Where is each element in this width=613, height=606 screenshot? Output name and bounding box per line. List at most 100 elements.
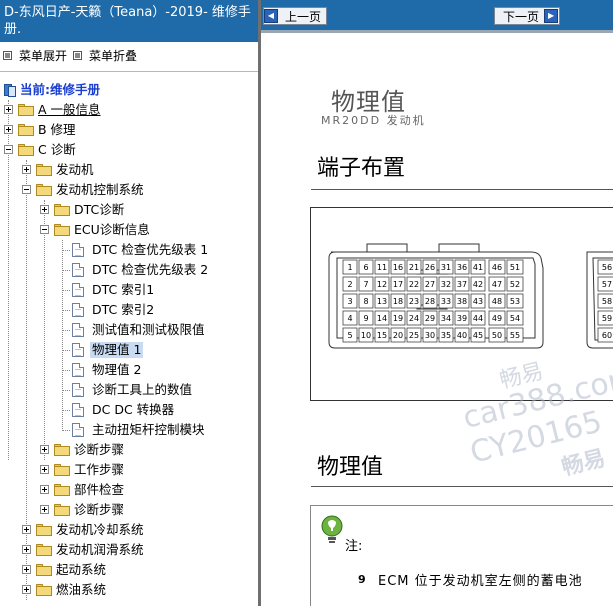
tree-doc-label[interactable]: DTC 索引2: [92, 302, 154, 318]
tree-item-diag-steps-2[interactable]: 诊断步骤: [0, 500, 258, 520]
collapse-toggle-icon[interactable]: [22, 185, 31, 194]
tree-item-label[interactable]: 诊断步骤: [74, 442, 124, 458]
tree-item-label[interactable]: 燃油系统: [56, 582, 106, 598]
tree-item-diag-steps[interactable]: 诊断步骤: [0, 440, 258, 460]
divider-line: [0, 71, 258, 72]
tree-item-part-check[interactable]: 部件检查: [0, 480, 258, 500]
expand-toggle-icon[interactable]: [22, 165, 31, 174]
folder-icon: [54, 444, 70, 456]
tree-item-label[interactable]: ECU诊断信息: [74, 222, 150, 238]
menu-bar: 菜单展开 菜单折叠: [0, 44, 258, 64]
tree-doc-label[interactable]: 诊断工具上的数值: [92, 382, 192, 398]
tree-item-engine[interactable]: 发动机: [0, 160, 258, 180]
tree-doc-label[interactable]: DC DC 转换器: [92, 402, 174, 418]
tree-item-label[interactable]: 部件检查: [74, 482, 124, 498]
tree-doc-label[interactable]: 测试值和测试极限值: [92, 322, 205, 338]
expand-toggle-icon[interactable]: [4, 125, 13, 134]
toc-panel: D-东风日产-天籁（Teana）-2019- 维修手册. 菜单展开 菜单折叠 当…: [0, 0, 258, 606]
connector-pin-label: 53: [510, 297, 520, 306]
section-rule: [311, 189, 613, 190]
tree-doc-label[interactable]: DTC 检查优先级表 2: [92, 262, 208, 278]
watermark: 畅易: [559, 445, 608, 481]
folder-icon: [54, 464, 70, 476]
tree-doc-item[interactable]: 测试值和测试极限值: [0, 320, 258, 340]
section-rule: [311, 486, 613, 487]
expand-toggle-icon[interactable]: [40, 485, 49, 494]
tree-doc-item[interactable]: DTC 检查优先级表 2: [0, 260, 258, 280]
tree-item-work-steps[interactable]: 工作步骤: [0, 460, 258, 480]
connector-pin-label: 23: [409, 297, 419, 306]
tree-item-b[interactable]: B 修理: [0, 120, 258, 140]
tree-item-label[interactable]: A 一般信息: [38, 102, 101, 118]
tree-item-ecu-diag[interactable]: ECU诊断信息: [0, 220, 258, 240]
tree-item-cooling[interactable]: 发动机冷却系统: [0, 520, 258, 540]
tree-item-label[interactable]: 起动系统: [56, 562, 106, 578]
tree-doc-item[interactable]: 诊断工具上的数值: [0, 380, 258, 400]
collapse-all-button[interactable]: 菜单折叠: [73, 47, 137, 64]
connector-pin-label: 12: [377, 280, 387, 289]
connector-pin-label: 2: [347, 280, 352, 289]
tree-item-lubrication[interactable]: 发动机润滑系统: [0, 540, 258, 560]
tree-root-label[interactable]: 当前:维修手册: [20, 82, 100, 98]
tree-doc-label[interactable]: 主动扭矩杆控制模块: [92, 422, 205, 438]
connector-pin-label: 27: [425, 280, 435, 289]
tree-item-dtc-diag[interactable]: DTC诊断: [0, 200, 258, 220]
expand-toggle-icon[interactable]: [22, 545, 31, 554]
arrow-left-icon: ◀: [264, 9, 278, 23]
tree-doc-item[interactable]: DTC 索引2: [0, 300, 258, 320]
tree-item-label[interactable]: 工作步骤: [74, 462, 124, 478]
expand-icon: [3, 51, 12, 60]
connector-pin-label: 4: [347, 314, 352, 323]
prev-page-button[interactable]: ◀ 上一页: [263, 7, 327, 25]
connector-pin-label: 33: [441, 297, 451, 306]
expand-toggle-icon[interactable]: [22, 565, 31, 574]
tree-doc-item[interactable]: DC DC 转换器: [0, 400, 258, 420]
tree-item-c[interactable]: C 诊断: [0, 140, 258, 160]
tree-root[interactable]: 当前:维修手册: [0, 80, 258, 100]
tree-item-label[interactable]: 发动机控制系统: [56, 182, 144, 198]
document-pane: ◀ 上一页 下一页 ▶ 物理值 MR20DD 发动机 端子布置 1 6 11 16 21…: [261, 0, 613, 606]
tree-item-label[interactable]: 发动机冷却系统: [56, 522, 144, 538]
tree-doc-label[interactable]: 物理值 2: [92, 362, 141, 378]
expand-toggle-icon[interactable]: [40, 205, 49, 214]
expand-toggle-icon[interactable]: [40, 445, 49, 454]
tree-doc-label[interactable]: DTC 索引1: [92, 282, 154, 298]
collapse-toggle-icon[interactable]: [4, 145, 13, 154]
watermark: CY20165: [466, 404, 606, 471]
tree-item-label[interactable]: C 诊断: [38, 142, 76, 158]
next-page-button[interactable]: 下一页 ▶: [494, 7, 560, 25]
tree-item-fuel[interactable]: 燃油系统: [0, 580, 258, 600]
tree-item-starting[interactable]: 起动系统: [0, 560, 258, 580]
expand-toggle-icon[interactable]: [40, 465, 49, 474]
tree-item-label[interactable]: 诊断步骤: [74, 502, 124, 518]
tree-item-label[interactable]: B 修理: [38, 122, 76, 138]
tree-doc-item[interactable]: 物理值 2: [0, 360, 258, 380]
connector-pin-label: 21: [409, 263, 419, 272]
tree-doc-label[interactable]: DTC 检查优先级表 1: [92, 242, 208, 258]
tree-item-a[interactable]: A 一般信息: [0, 100, 258, 120]
tree-doc-label-selected[interactable]: 物理值 1: [90, 342, 144, 358]
manual-title: D-东风日产-天籁（Teana）-2019- 维修手册.: [0, 0, 258, 42]
tree-doc-item[interactable]: DTC 检查优先级表 1: [0, 240, 258, 260]
folder-icon: [54, 504, 70, 516]
expand-all-button[interactable]: 菜单展开: [3, 47, 67, 64]
tree-doc-item[interactable]: DTC 索引1: [0, 280, 258, 300]
expand-toggle-icon[interactable]: [4, 105, 13, 114]
expand-toggle-icon[interactable]: [22, 585, 31, 594]
tree-doc-item[interactable]: 主动扭矩杆控制模块: [0, 420, 258, 440]
connector-pin-label: 45: [473, 331, 483, 340]
collapse-toggle-icon[interactable]: [40, 225, 49, 234]
connector-pin-label: 59: [602, 314, 612, 323]
tree-item-label[interactable]: DTC诊断: [74, 202, 124, 218]
next-page-label: 下一页: [503, 9, 540, 24]
connector-pin-label: 13: [377, 297, 387, 306]
connector-pin-label: 15: [377, 331, 387, 340]
section-heading-terminal: 端子布置: [317, 156, 406, 181]
connector-pin-label: 9: [363, 314, 368, 323]
expand-toggle-icon[interactable]: [22, 525, 31, 534]
tree-item-label[interactable]: 发动机: [56, 162, 94, 178]
tree-item-engine-control[interactable]: 发动机控制系统: [0, 180, 258, 200]
tree-doc-item-selected[interactable]: 物理值 1: [0, 340, 258, 360]
expand-toggle-icon[interactable]: [40, 505, 49, 514]
tree-item-label[interactable]: 发动机润滑系统: [56, 542, 144, 558]
